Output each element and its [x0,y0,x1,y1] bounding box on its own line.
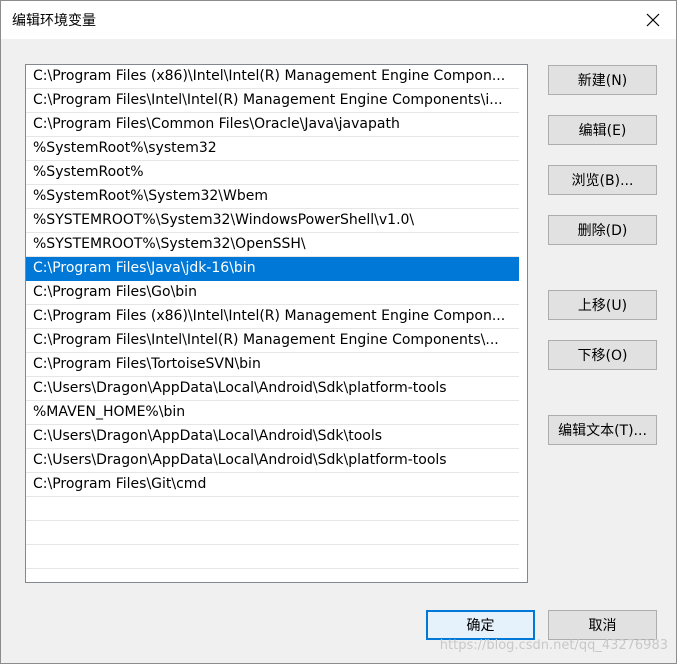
path-list[interactable]: C:\Program Files (x86)\Intel\Intel(R) Ma… [25,64,528,583]
list-item[interactable]: C:\Users\Dragon\AppData\Local\Android\Sd… [26,449,519,473]
close-icon [646,13,660,27]
window-title: 编辑环境变量 [12,13,96,29]
delete-button[interactable]: 删除(D) [548,215,657,245]
list-item[interactable]: C:\Program Files (x86)\Intel\Intel(R) Ma… [26,65,519,89]
list-item-selected[interactable]: C:\Program Files\Java\jdk-16\bin [26,257,519,281]
list-item[interactable]: %SystemRoot%\system32 [26,137,519,161]
list-item[interactable]: %SystemRoot% [26,161,519,185]
list-item[interactable]: C:\Program Files\Intel\Intel(R) Manageme… [26,89,519,113]
edit-text-button[interactable]: 编辑文本(T)... [548,415,657,445]
edit-env-var-dialog: 编辑环境变量 C:\Program Files (x86)\Intel\Inte… [0,0,677,664]
list-item[interactable]: C:\Program Files\Git\cmd [26,473,519,497]
close-button[interactable] [630,1,676,39]
list-item[interactable]: %SYSTEMROOT%\System32\OpenSSH\ [26,233,519,257]
list-item[interactable]: C:\Program Files\Intel\Intel(R) Manageme… [26,329,519,353]
list-item[interactable]: %SYSTEMROOT%\System32\WindowsPowerShell\… [26,209,519,233]
cancel-button[interactable]: 取消 [548,610,657,640]
move-down-button[interactable]: 下移(O) [548,340,657,370]
list-item[interactable]: C:\Program Files\TortoiseSVN\bin [26,353,519,377]
list-item[interactable]: %SystemRoot%\System32\Wbem [26,185,519,209]
ok-button[interactable]: 确定 [426,610,535,640]
new-button[interactable]: 新建(N) [548,65,657,95]
title-bar: 编辑环境变量 [1,1,676,39]
list-item[interactable] [26,497,519,521]
watermark: https://blog.csdn.net/qq_43276983 [439,638,668,653]
list-item[interactable]: C:\Program Files (x86)\Intel\Intel(R) Ma… [26,305,519,329]
list-item[interactable]: C:\Users\Dragon\AppData\Local\Android\Sd… [26,377,519,401]
list-item[interactable]: C:\Users\Dragon\AppData\Local\Android\Sd… [26,425,519,449]
list-item[interactable]: C:\Program Files\Common Files\Oracle\Jav… [26,113,519,137]
browse-button[interactable]: 浏览(B)... [548,165,657,195]
list-item[interactable]: C:\Program Files\Go\bin [26,281,519,305]
list-item[interactable] [26,521,519,545]
move-up-button[interactable]: 上移(U) [548,290,657,320]
edit-button[interactable]: 编辑(E) [548,115,657,145]
list-item[interactable] [26,545,519,569]
list-item[interactable]: %MAVEN_HOME%\bin [26,401,519,425]
